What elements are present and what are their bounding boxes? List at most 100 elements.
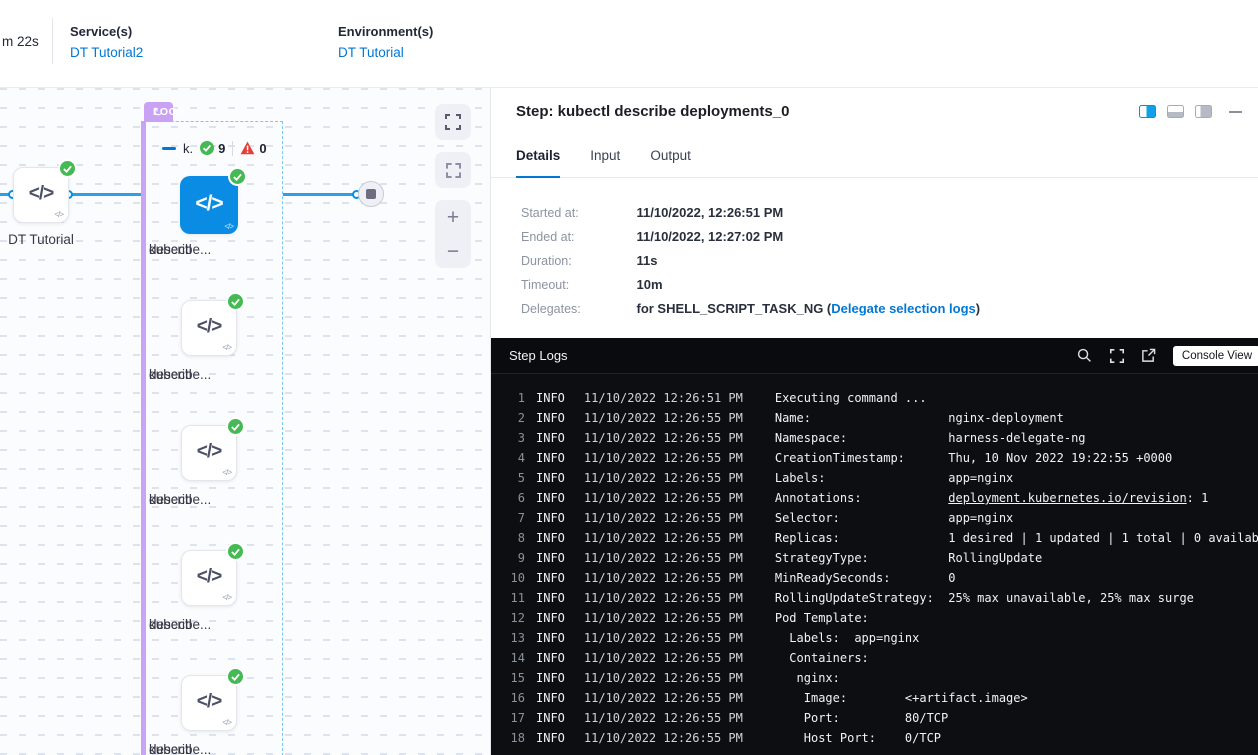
log-line-number: 6 xyxy=(491,488,525,508)
log-timestamp: 11/10/2022 12:26:55 PM xyxy=(584,408,743,428)
success-check-icon xyxy=(230,169,245,184)
canvas-select-button[interactable] xyxy=(435,152,471,188)
console-view-button[interactable]: Console View xyxy=(1173,346,1258,366)
execution-duration: m 22s xyxy=(2,34,39,49)
code-icon: </> xyxy=(182,566,236,588)
step-title: Step: kubectl describe deployments_0 xyxy=(516,103,789,120)
check-circle-icon xyxy=(200,141,214,155)
log-line: 8INFO11/10/2022 12:26:55 PMReplicas: 1 d… xyxy=(491,528,1258,548)
log-message: Namespace: harness-delegate-ng xyxy=(775,431,1086,445)
matrix-step-header: k. 9 0 xyxy=(162,138,267,158)
log-line: 17INFO11/10/2022 12:26:55 PM Port: 80/TC… xyxy=(491,708,1258,728)
log-level: INFO xyxy=(536,388,565,408)
log-timestamp: 11/10/2022 12:26:55 PM xyxy=(584,588,743,608)
field-label: Started at: xyxy=(521,201,633,225)
log-timestamp: 11/10/2022 12:26:55 PM xyxy=(584,488,743,508)
field-value: 11/10/2022, 12:26:51 PM xyxy=(636,205,783,220)
code-icon: </> xyxy=(182,691,236,713)
log-message: Labels: app=nginx xyxy=(775,471,1013,485)
log-line-number: 9 xyxy=(491,548,525,568)
loop-badge-label: LOOP xyxy=(153,106,185,118)
log-line: 18 INFO 11/10/2022 12:26:55 PM Host Port: … xyxy=(491,728,1258,748)
log-level: INFO xyxy=(536,488,565,508)
pipeline-graph-canvas[interactable]: ↻ LOOP k. 9 0 </> </> DT Tutorial xyxy=(0,88,490,755)
tab-output[interactable]: Output xyxy=(650,148,691,177)
log-line-number: 3 xyxy=(491,428,525,448)
details-fields: Started at: 11/10/2022, 12:26:51 PM Ende… xyxy=(491,178,1258,338)
log-line-number: 1 xyxy=(491,388,525,408)
success-check-icon xyxy=(228,669,243,684)
success-check-icon xyxy=(228,544,243,559)
delegate-selection-logs-link[interactable]: Delegate selection logs xyxy=(831,301,976,316)
fullscreen-icon xyxy=(444,113,462,131)
log-level: INFO xyxy=(536,728,565,748)
log-message: Labels: app=nginx xyxy=(775,631,920,645)
service-link[interactable]: DT Tutorial2 xyxy=(70,45,143,60)
zoom-in-button[interactable]: + xyxy=(435,200,471,234)
pipeline-execution-page: m 22s Service(s) DT Tutorial2 Environmen… xyxy=(0,0,1258,755)
log-line: 6INFO11/10/2022 12:26:55 PMAnnotations: … xyxy=(491,488,1258,508)
log-timestamp: 11/10/2022 12:26:51 PM xyxy=(584,388,743,408)
success-count-badge: 9 xyxy=(200,141,225,156)
log-line: 13INFO11/10/2022 12:26:55 PM Labels: app… xyxy=(491,628,1258,648)
log-level: INFO xyxy=(536,508,565,528)
environments-block: Environment(s) DT Tutorial xyxy=(338,24,433,60)
log-timestamp: 11/10/2022 12:26:55 PM xyxy=(584,548,743,568)
log-line-number: 11 xyxy=(491,588,525,608)
log-annotation-link[interactable]: deployment.kubernetes.io/revision xyxy=(948,491,1186,505)
zoom-out-button[interactable]: − xyxy=(435,234,471,268)
log-line: 14INFO11/10/2022 12:26:55 PM Containers: xyxy=(491,648,1258,668)
step-node-selected[interactable]: </> </> xyxy=(180,176,238,234)
loop-badge: ↻ LOOP xyxy=(144,102,173,122)
log-timestamp: 11/10/2022 12:26:55 PM xyxy=(584,508,743,528)
pipeline-end-node xyxy=(358,181,384,207)
stage-node-dt-tutorial[interactable]: </> </> xyxy=(13,167,69,223)
field-label: Timeout: xyxy=(521,273,633,297)
layout-panel-right-icon[interactable] xyxy=(1195,105,1212,118)
canvas-zoom-controls: + − xyxy=(435,200,471,268)
code-icon: </> xyxy=(180,192,238,216)
log-timestamp: 11/10/2022 12:26:55 PM xyxy=(584,728,743,748)
layout-split-bottom-icon[interactable] xyxy=(1167,105,1184,118)
collapse-icon[interactable] xyxy=(162,147,176,150)
success-count: 9 xyxy=(218,141,225,156)
log-line-number: 4 xyxy=(491,448,525,468)
log-line-number: 18 xyxy=(491,728,525,748)
log-level: INFO xyxy=(536,468,565,488)
log-level: INFO xyxy=(536,428,565,448)
log-message: CreationTimestamp: Thu, 10 Nov 2022 19:2… xyxy=(775,451,1172,465)
success-check-icon xyxy=(228,419,243,434)
log-fullscreen-button[interactable] xyxy=(1109,348,1125,364)
tab-details[interactable]: Details xyxy=(516,148,560,177)
step-logs-title: Step Logs xyxy=(509,348,568,363)
log-level: INFO xyxy=(536,408,565,428)
minimize-icon[interactable] xyxy=(1229,111,1242,113)
tab-input[interactable]: Input xyxy=(590,148,620,177)
log-line: 7INFO11/10/2022 12:26:55 PMSelector: app… xyxy=(491,508,1258,528)
log-message: Pod Template: xyxy=(775,611,869,625)
environment-link[interactable]: DT Tutorial xyxy=(338,45,433,60)
step-logs-header: Step Logs Console View xyxy=(491,338,1258,374)
log-timestamp: 11/10/2022 12:26:55 PM xyxy=(584,708,743,728)
mini-code-icon: </> xyxy=(54,210,63,219)
canvas-fullscreen-button[interactable] xyxy=(435,104,471,140)
layout-split-right-icon[interactable] xyxy=(1139,105,1156,118)
log-search-button[interactable] xyxy=(1077,348,1093,364)
log-level: INFO xyxy=(536,708,565,728)
success-check-icon xyxy=(228,294,243,309)
log-level: INFO xyxy=(536,608,565,628)
stage-node-label: DT Tutorial xyxy=(0,227,101,252)
step-node[interactable]: </> </> xyxy=(181,300,237,356)
log-open-new-tab-button[interactable] xyxy=(1141,348,1157,364)
divider xyxy=(52,18,53,64)
log-level: INFO xyxy=(536,568,565,588)
log-level: INFO xyxy=(536,448,565,468)
log-line: 2INFO11/10/2022 12:26:55 PMName: nginx-d… xyxy=(491,408,1258,428)
step-node[interactable]: </> </> xyxy=(181,425,237,481)
step-node[interactable]: </> </> xyxy=(181,675,237,731)
log-message: Host Port: 0/TCP xyxy=(775,731,941,745)
log-line-number: 14 xyxy=(491,648,525,668)
step-node[interactable]: </> </> xyxy=(181,550,237,606)
code-icon: </> xyxy=(182,316,236,338)
log-line: 10INFO11/10/2022 12:26:55 PMMinReadySeco… xyxy=(491,568,1258,588)
